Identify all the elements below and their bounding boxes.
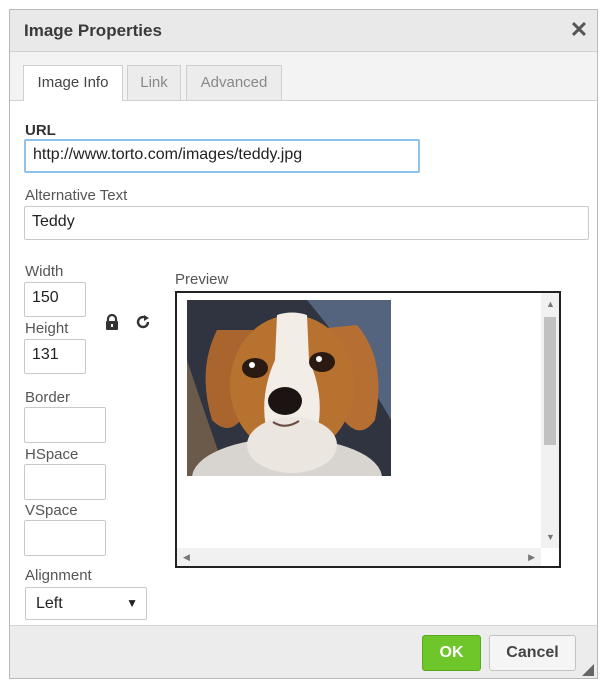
- dog-photo: [187, 300, 391, 518]
- alignment-select[interactable]: Left ▼: [25, 587, 147, 620]
- resize-grip-icon[interactable]: [582, 663, 594, 676]
- preview-horizontal-scrollbar[interactable]: ◀ ▶: [177, 548, 541, 566]
- tab-link-label: Link: [140, 74, 168, 91]
- lock-icon[interactable]: [103, 313, 121, 331]
- scroll-left-icon[interactable]: ◀: [183, 552, 190, 562]
- alt-text-label: Alternative Text: [25, 187, 128, 204]
- image-info-panel: URL http://www.torto.com/images/teddy.jp…: [10, 101, 597, 626]
- scroll-up-icon[interactable]: ▲: [546, 299, 555, 309]
- tab-advanced[interactable]: Advanced: [186, 65, 282, 100]
- tab-strip: Image Info Link Advanced: [10, 52, 597, 101]
- border-label: Border: [25, 389, 71, 406]
- reset-size-icon[interactable]: [134, 313, 152, 331]
- ok-button[interactable]: OK: [422, 635, 481, 671]
- tab-image-info[interactable]: Image Info: [23, 65, 123, 101]
- image-properties-dialog: Image Properties ✕ Image Info Link Advan…: [9, 9, 598, 679]
- vspace-label: VSpace: [25, 502, 78, 519]
- dialog-title: Image Properties: [24, 21, 162, 40]
- chevron-down-icon: ▼: [126, 596, 138, 610]
- alignment-label: Alignment: [25, 567, 92, 584]
- height-label: Height: [25, 320, 69, 337]
- dialog-footer: OK Cancel: [10, 625, 597, 678]
- border-input[interactable]: [24, 407, 106, 443]
- preview-label: Preview: [175, 271, 229, 288]
- ok-button-label: OK: [439, 644, 464, 661]
- preview-vertical-scroll-thumb[interactable]: [544, 317, 556, 445]
- alignment-value: Left: [36, 595, 63, 612]
- height-input[interactable]: 131: [24, 339, 86, 374]
- tab-link[interactable]: Link: [127, 65, 181, 100]
- hspace-label: HSpace: [25, 446, 79, 463]
- preview-vertical-scrollbar[interactable]: ▲ ▼: [541, 293, 559, 548]
- close-icon[interactable]: ✕: [567, 19, 591, 43]
- cancel-button-label: Cancel: [506, 644, 559, 661]
- scroll-right-icon[interactable]: ▶: [528, 552, 535, 562]
- width-input[interactable]: 150: [24, 282, 86, 317]
- preview-box: ▲ ▼ ◀ ▶: [175, 291, 561, 568]
- dialog-titlebar[interactable]: Image Properties ✕: [10, 10, 597, 52]
- cancel-button[interactable]: Cancel: [489, 635, 576, 671]
- tab-image-info-label: Image Info: [37, 74, 109, 91]
- vspace-input[interactable]: [24, 520, 106, 556]
- url-label: URL: [25, 122, 56, 139]
- hspace-input[interactable]: [24, 464, 106, 500]
- alt-text-input[interactable]: Teddy: [24, 206, 589, 240]
- width-label: Width: [25, 263, 64, 280]
- url-input[interactable]: http://www.torto.com/images/teddy.jpg: [24, 139, 420, 173]
- tab-advanced-label: Advanced: [200, 74, 268, 91]
- scroll-down-icon[interactable]: ▼: [546, 532, 555, 542]
